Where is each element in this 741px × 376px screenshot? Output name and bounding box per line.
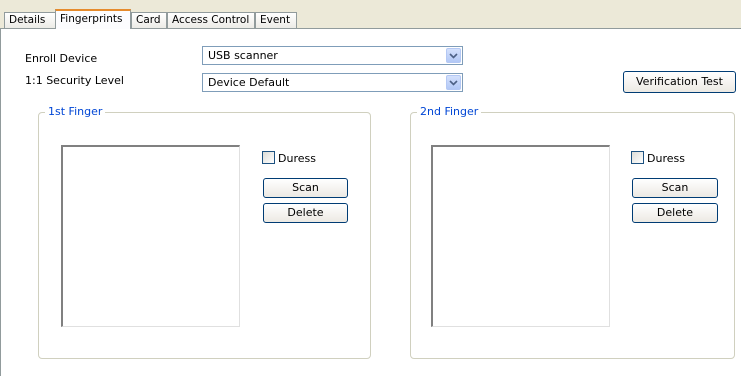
verification-test-button[interactable]: Verification Test — [623, 71, 736, 93]
first-finger-title: 1st Finger — [45, 105, 106, 118]
security-level-label: 1:1 Security Level — [25, 74, 124, 87]
first-scan-button[interactable]: Scan — [263, 178, 348, 198]
enroll-device-value: USB scanner — [208, 49, 278, 62]
tab-access-control[interactable]: Access Control — [167, 12, 255, 28]
tab-event[interactable]: Event — [255, 12, 297, 28]
tab-fingerprints[interactable]: Fingerprints — [55, 9, 131, 29]
second-finger-image — [431, 145, 610, 327]
enroll-device-label: Enroll Device — [25, 52, 98, 65]
first-delete-button[interactable]: Delete — [263, 203, 348, 223]
fingerprints-panel: Enroll Device USB scanner 1:1 Security L… — [0, 28, 741, 376]
second-delete-button[interactable]: Delete — [632, 203, 718, 223]
security-level-value: Device Default — [208, 76, 290, 89]
second-scan-button[interactable]: Scan — [632, 178, 718, 198]
second-duress-checkbox[interactable] — [631, 151, 644, 164]
first-duress-checkbox[interactable] — [262, 151, 275, 164]
tab-details[interactable]: Details — [4, 12, 56, 28]
tab-strip: Details Fingerprints Card Access Control… — [0, 0, 741, 29]
first-finger-image — [61, 145, 240, 327]
chevron-down-icon[interactable] — [446, 75, 461, 90]
security-level-select[interactable]: Device Default — [202, 73, 463, 92]
second-finger-title: 2nd Finger — [417, 105, 482, 118]
second-duress-label: Duress — [647, 152, 685, 165]
chevron-down-icon[interactable] — [446, 48, 461, 63]
enroll-device-select[interactable]: USB scanner — [202, 46, 463, 65]
tab-card[interactable]: Card — [131, 12, 167, 28]
first-duress-label: Duress — [278, 152, 316, 165]
